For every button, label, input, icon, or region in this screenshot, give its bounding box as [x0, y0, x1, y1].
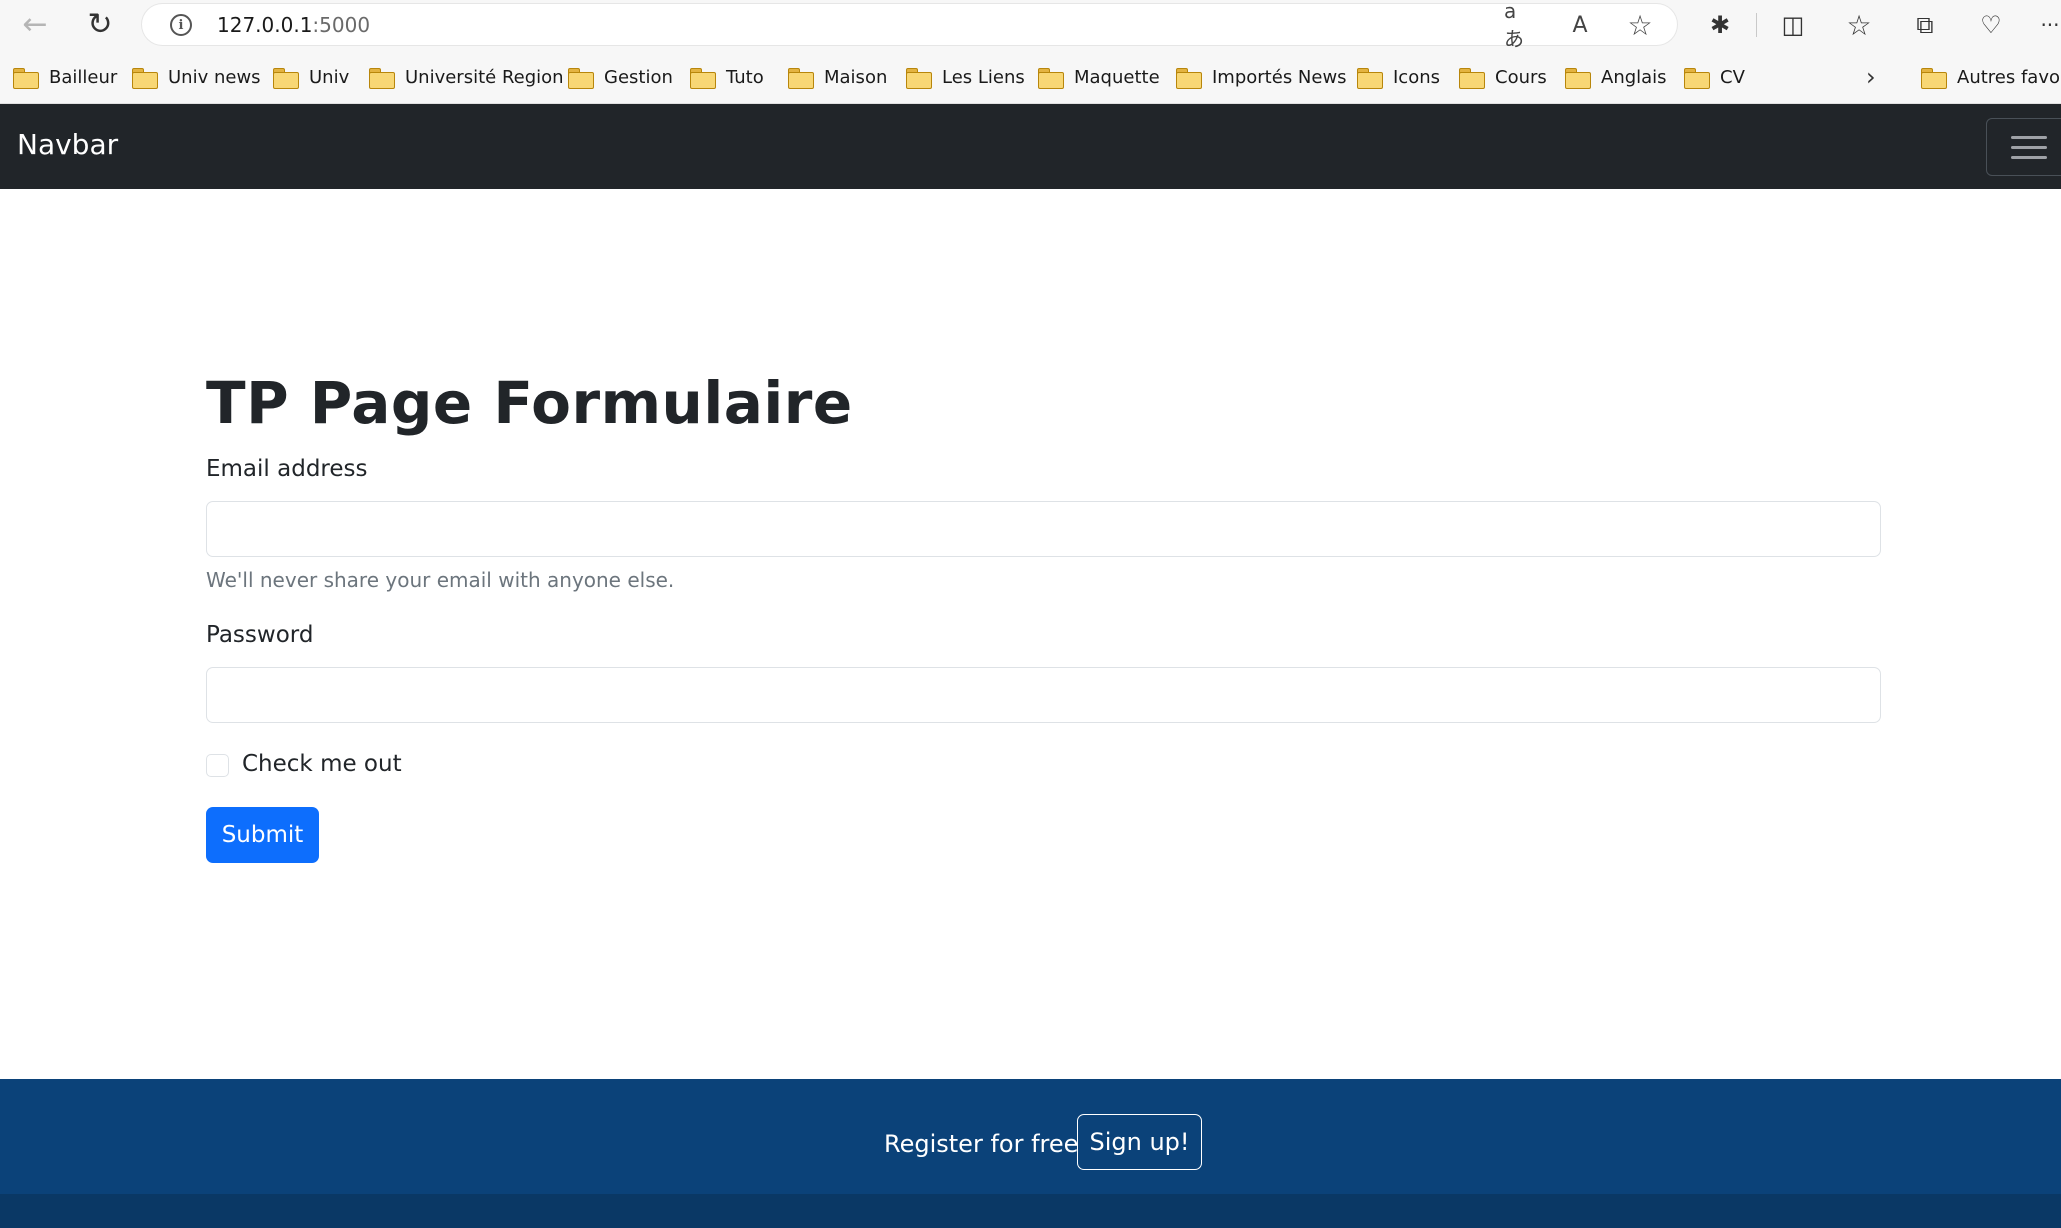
folder-icon	[132, 68, 158, 89]
bookmark-label: CV	[1720, 66, 1745, 88]
translate-icon[interactable]: aあ	[1504, 0, 1536, 51]
bookmark-label: Tuto	[726, 66, 764, 88]
email-help-text: We'll never share your email with anyone…	[206, 568, 675, 592]
bookmark-folder[interactable]: Importés News	[1176, 63, 1347, 91]
folder-icon	[1357, 68, 1383, 89]
bookmark-label: Maquette	[1074, 66, 1160, 88]
bookmark-folder[interactable]: Université Region	[369, 63, 564, 91]
folder-icon	[788, 68, 814, 89]
folder-icon	[1459, 68, 1485, 89]
folder-icon	[1176, 68, 1202, 89]
url-text[interactable]: 127.0.0.1:5000	[217, 13, 370, 37]
folder-icon	[906, 68, 932, 89]
footer: Register for free Sign up!	[0, 1079, 2061, 1194]
email-input[interactable]	[206, 501, 1881, 557]
add-favorite-star-icon[interactable]: ☆	[1624, 9, 1656, 42]
hamburger-line	[2011, 146, 2047, 149]
folder-icon	[1565, 68, 1591, 89]
checkbox-label[interactable]: Check me out	[242, 751, 402, 777]
extensions-icon[interactable]: ✱	[1700, 7, 1740, 43]
navbar-toggler-button[interactable]	[1986, 118, 2061, 176]
toolbar-divider	[1756, 13, 1757, 37]
navbar-brand[interactable]: Navbar	[17, 128, 118, 161]
bookmark-folder[interactable]: Cours	[1459, 63, 1547, 91]
bookmark-label: Les Liens	[942, 66, 1025, 88]
bookmark-label: Gestion	[604, 66, 673, 88]
favorites-icon[interactable]: ☆	[1839, 7, 1879, 43]
split-screen-icon[interactable]: ◫	[1773, 7, 1813, 43]
footer-bottom-bar	[0, 1194, 2061, 1228]
bookmark-folder[interactable]: Tuto	[690, 63, 764, 91]
sign-up-button[interactable]: Sign up!	[1077, 1114, 1202, 1170]
bookmark-label: Icons	[1393, 66, 1441, 88]
hamburger-line	[2011, 156, 2047, 159]
folder-icon	[568, 68, 594, 89]
bookmark-folder[interactable]: Les Liens	[906, 63, 1025, 91]
bookmark-label: Autres favoris	[1957, 66, 2061, 88]
bookmark-folder[interactable]: Anglais	[1565, 63, 1667, 91]
bookmark-folder[interactable]: CV	[1684, 63, 1745, 91]
read-aloud-icon[interactable]: A	[1564, 10, 1596, 40]
folder-icon	[1921, 68, 1947, 89]
bookmark-label: Maison	[824, 66, 888, 88]
check-me-out-checkbox[interactable]	[206, 754, 229, 777]
folder-icon	[369, 68, 395, 89]
bookmark-label: Bailleur	[49, 66, 118, 88]
bookmarks-bar: Bailleur Univ news Univ Université Regio…	[0, 49, 2061, 104]
folder-icon	[1038, 68, 1064, 89]
url-host: 127.0.0.1	[217, 13, 313, 37]
bookmark-label: Université Region	[405, 66, 564, 88]
bookmarks-overflow-chevron-icon[interactable]: ›	[1866, 63, 1876, 91]
folder-icon	[273, 68, 299, 89]
bookmark-folder[interactable]: Univ	[273, 63, 349, 91]
submit-button[interactable]: Submit	[206, 807, 319, 863]
password-input[interactable]	[206, 667, 1881, 723]
site-navbar: Navbar	[0, 104, 2061, 189]
bookmark-label: Univ	[309, 66, 350, 88]
site-info-icon[interactable]: i	[170, 14, 192, 36]
bookmark-folder[interactable]: Icons	[1357, 63, 1440, 91]
collections-icon[interactable]: ⧉	[1905, 7, 1945, 43]
page-title: TP Page Formulaire	[206, 369, 853, 437]
folder-icon	[690, 68, 716, 89]
folder-icon	[13, 68, 39, 89]
hamburger-line	[2011, 136, 2047, 139]
bookmark-folder[interactable]: Gestion	[568, 63, 673, 91]
browser-essentials-health-icon[interactable]: ♡	[1971, 7, 2011, 43]
bookmark-label: Importés News	[1212, 66, 1347, 88]
url-port: :5000	[312, 13, 371, 37]
back-arrow-icon[interactable]: ←	[14, 6, 56, 42]
reload-icon[interactable]: ↻	[79, 6, 121, 42]
bookmark-folder[interactable]: Maison	[788, 63, 887, 91]
bookmark-label: Cours	[1495, 66, 1547, 88]
address-bar[interactable]: i 127.0.0.1:5000 aあ A ☆	[142, 0, 1677, 51]
bookmark-folder[interactable]: Maquette	[1038, 63, 1160, 91]
bookmark-folder[interactable]: Univ news	[132, 63, 261, 91]
register-text: Register for free	[884, 1130, 1079, 1158]
bookmark-label: Univ news	[168, 66, 261, 88]
browser-toolbar: ← ↻ i 127.0.0.1:5000 aあ A ☆ ✱ ◫ ☆ ⧉ ♡ ··…	[0, 0, 2061, 51]
more-options-icon[interactable]: ···	[2030, 7, 2061, 43]
email-label: Email address	[206, 456, 368, 482]
password-label: Password	[206, 622, 314, 648]
folder-icon	[1684, 68, 1710, 89]
other-favorites-folder[interactable]: Autres favoris	[1921, 63, 2061, 91]
bookmark-label: Anglais	[1601, 66, 1667, 88]
bookmark-folder[interactable]: Bailleur	[13, 63, 117, 91]
